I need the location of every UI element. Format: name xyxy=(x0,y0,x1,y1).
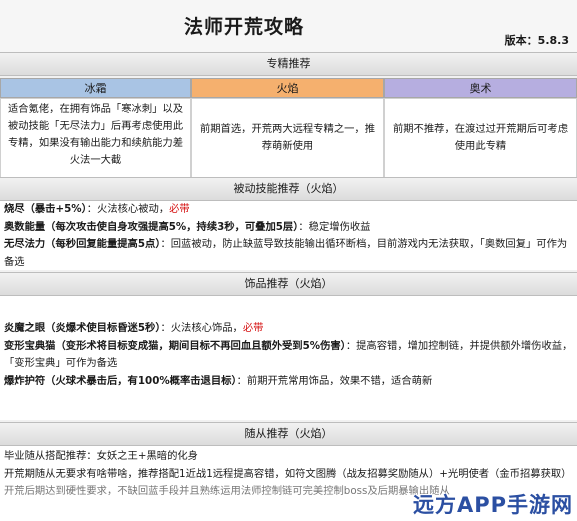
accessory-item: 爆炸护符（火球术暴击后，有100%概率击退目标）：前期开荒常用饰品，效果不错，适… xyxy=(4,373,573,391)
accessory-name: 炎魔之眼（炎爆术使目标昏迷5秒） xyxy=(4,322,161,334)
accessory-name: 变形宝典猫（变形术将目标变成猫，期间目标不再回血且额外受到5%伤害） xyxy=(4,339,346,352)
section-header-companion: 随从推荐（火焰） xyxy=(0,422,577,446)
section-header-specialization: 专精推荐 xyxy=(0,52,577,76)
version-label: 版本：5.8.3 xyxy=(504,34,569,47)
tab-fire: 火焰 xyxy=(191,78,384,98)
page-title: 法师开荒攻略 xyxy=(184,16,305,38)
accessory-name: 爆炸护符（火球术暴击后，有100%概率击退目标） xyxy=(4,374,237,387)
tab-arcane: 奥术 xyxy=(384,78,577,98)
accessory-item: 变形宝典猫（变形术将目标变成猫，期间目标不再回血且额外受到5%伤害）：提高容错，… xyxy=(4,338,573,373)
companion-line: 毕业随从搭配推荐：女妖之王+黑暗的化身 xyxy=(4,450,198,462)
section-header-accessory: 饰品推荐（火焰） xyxy=(0,272,577,296)
required-tag: 必带 xyxy=(242,322,264,334)
passive-item: 无尽法力（每秒回复能量提高5点）：回蓝被动，防止缺蓝导致技能输出循环断档，目前游… xyxy=(4,236,573,271)
passive-desc: ：稳定增伤收益 xyxy=(298,220,371,233)
companion-line: 开荒期随从无要求有啥带啥，推荐搭配1近战1远程提高容错，如符文图腾（战友招募奖励… xyxy=(4,467,572,480)
accessory-desc: ：前期开荒常用饰品，效果不错，适合萌新 xyxy=(236,374,433,387)
passive-desc: ：火法核心被动， xyxy=(86,203,170,215)
arcane-description: 前期不推荐，在渡过过开荒期后可考虑使用此专精 xyxy=(384,98,577,182)
passive-name: 无尽法力（每秒回复能量提高5点） xyxy=(4,238,161,250)
passive-item: 奥数能量（每次攻击使自身攻强提高5%，持续3秒，可叠加5层）：稳定增伤收益 xyxy=(4,219,573,237)
required-tag: 必带 xyxy=(169,203,190,215)
passive-name: 烧尽（暴击+5%） xyxy=(4,203,87,215)
site-watermark: 远方APP手游网 xyxy=(412,493,573,517)
passive-list: 烧尽（暴击+5%）：火法核心被动，必带 奥数能量（每次攻击使自身攻强提高5%，持… xyxy=(0,201,577,270)
frost-description: 适合氪佬，在拥有饰品「寒冰刺」以及被动技能「无尽法力」后再考虑使用此专精，如果没… xyxy=(0,98,191,182)
section-header-passive: 被动技能推荐（火焰） xyxy=(0,177,577,201)
passive-item: 烧尽（暴击+5%）：火法核心被动，必带 xyxy=(4,201,573,219)
accessory-desc: ：火法核心饰品， xyxy=(160,322,243,334)
tab-frost: 冰霜 xyxy=(0,78,191,98)
passive-name: 奥数能量（每次攻击使自身攻强提高5%，持续3秒，可叠加5层） xyxy=(4,220,299,233)
accessory-list: 炎魔之眼（炎爆术使目标昏迷5秒）：火法核心饰品，必带 变形宝典猫（变形术将目标变… xyxy=(0,296,577,420)
header-area: 法师开荒攻略 版本：5.8.3 xyxy=(0,0,577,52)
accessory-item: 炎魔之眼（炎爆术使目标昏迷5秒）：火法核心饰品，必带 xyxy=(4,320,573,338)
fire-description: 前期首选，开荒两大远程专精之一，推荐萌新使用 xyxy=(191,98,384,182)
